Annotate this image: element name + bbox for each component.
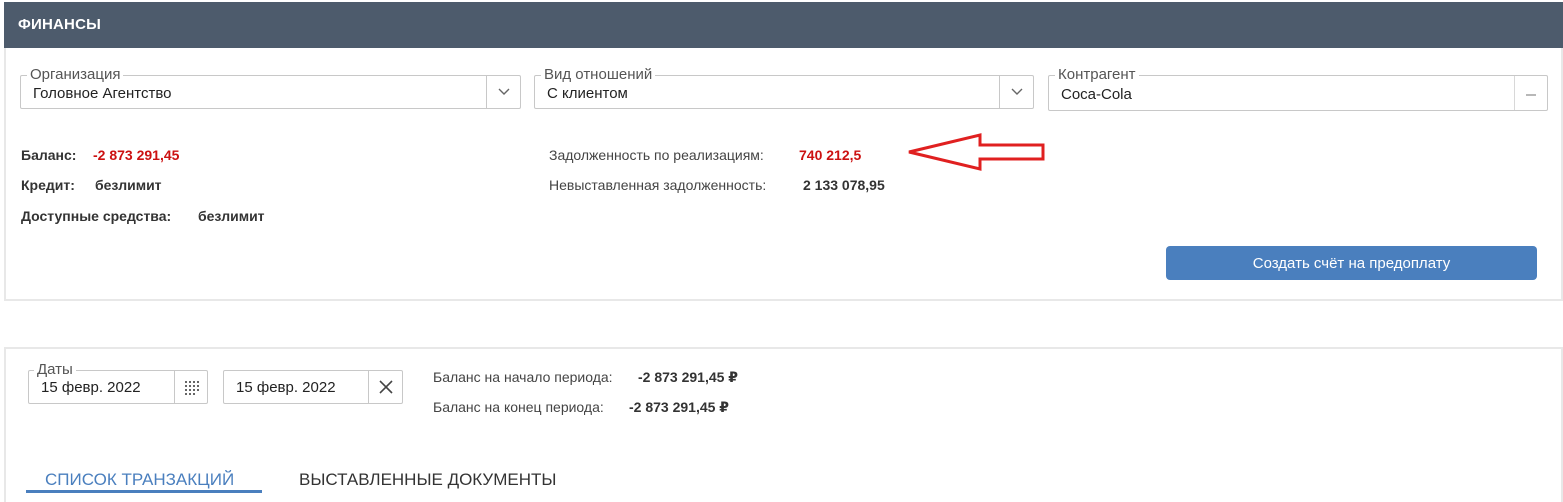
close-icon[interactable] [368,371,402,403]
organization-select[interactable]: Организация Головное Агентство [20,67,521,109]
finance-header: ФИНАНСЫ [4,2,1563,48]
period-start-balance-value: -2 873 291,45 ₽ [638,369,739,385]
chevron-down-icon[interactable] [999,76,1033,108]
credit-value: безлимит [95,177,162,193]
balance-value: -2 873 291,45 [93,147,180,163]
relation-type-value: С клиентом [547,85,628,102]
counterparty-value: Coca-Cola [1061,86,1132,103]
relation-type-select[interactable]: Вид отношений С клиентом [534,67,1034,109]
dates-legend: Даты [34,362,76,378]
tab-transactions-list[interactable]: СПИСОК ТРАНЗАКЦИЙ [45,470,234,490]
balance-label: Баланс: [21,147,77,163]
page-title: ФИНАНСЫ [18,16,101,33]
date-to-field[interactable]: 15 февр. 2022 [223,370,403,404]
active-tab-indicator [26,490,262,493]
sales-debt-label: Задолженность по реализациям: [549,147,764,163]
credit-label: Кредит: [21,177,75,193]
sales-debt-value: 740 212,5 [799,147,862,163]
date-from-value: 15 февр. 2022 [41,379,141,396]
create-prepayment-invoice-button[interactable]: Создать счёт на предоплату [1166,246,1537,280]
calendar-grid-icon[interactable] [174,371,207,403]
tab-issued-documents[interactable]: ВЫСТАВЛЕННЫЕ ДОКУМЕНТЫ [299,470,556,490]
unbilled-debt-label: Невыставленная задолженность: [549,177,767,193]
organization-value: Головное Агентство [33,85,172,102]
relation-type-legend: Вид отношений [541,67,656,83]
available-funds-value: безлимит [198,208,265,224]
organization-legend: Организация [27,67,124,83]
available-funds-label: Доступные средства: [21,208,172,224]
ellipsis-icon[interactable] [1514,76,1547,110]
period-end-balance-value: -2 873 291,45 ₽ [629,399,730,415]
period-end-balance-label: Баланс на конец периода: [433,399,604,415]
counterparty-legend: Контрагент [1055,67,1139,83]
period-start-balance-label: Баланс на начало периода: [433,369,613,385]
unbilled-debt-value: 2 133 078,95 [803,177,885,193]
annotation-arrow-icon [908,133,1045,171]
date-from-field[interactable]: Даты 15 февр. 2022 [28,362,208,404]
date-to-value: 15 февр. 2022 [236,379,336,396]
counterparty-field[interactable]: Контрагент Coca-Cola [1048,67,1548,111]
chevron-down-icon[interactable] [486,76,520,108]
